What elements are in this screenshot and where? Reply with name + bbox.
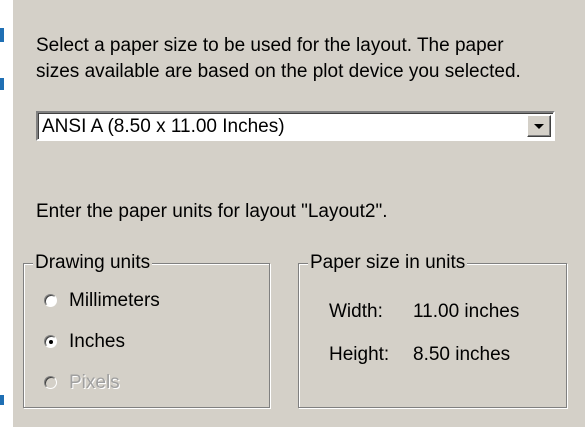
width-row: Width: 11.00 inches: [329, 299, 519, 325]
radio-button-disabled-icon: [44, 376, 57, 389]
paper-size-in-units-title: Paper size in units: [308, 250, 468, 276]
left-edge-strip: [0, 0, 13, 427]
edge-accent-mark: [0, 78, 4, 90]
radio-pixels-label: Pixels: [69, 372, 120, 393]
drawing-units-group: Drawing units Millimeters Inches Pixels: [23, 250, 270, 408]
paper-size-dropdown[interactable]: ANSI A (8.50 x 11.00 Inches): [36, 111, 555, 141]
description-line-2: sizes available are based on the plot de…: [36, 61, 521, 82]
radio-button-icon: [44, 294, 57, 307]
radio-dot-icon: [49, 340, 53, 344]
description-line-1: Select a paper size to be used for the l…: [36, 35, 504, 56]
height-value: 8.50 inches: [413, 344, 511, 365]
paper-size-in-units-group: Paper size in units Width: 11.00 inches H…: [298, 250, 567, 408]
width-label: Width:: [329, 301, 383, 322]
width-value: 11.00 inches: [413, 301, 520, 322]
paper-size-selected-value: ANSI A (8.50 x 11.00 Inches): [42, 116, 285, 137]
height-label: Height:: [329, 344, 390, 365]
chevron-down-icon: [534, 124, 544, 129]
height-row: Height: 8.50 inches: [329, 342, 510, 368]
edge-accent-mark: [0, 395, 4, 405]
radio-inches-label: Inches: [69, 331, 125, 352]
dropdown-button[interactable]: [527, 115, 551, 137]
edge-accent-mark: [0, 28, 4, 42]
radio-button-selected-icon: [44, 335, 57, 348]
paper-size-description: Select a paper size to be used for the l…: [36, 33, 581, 85]
paper-units-prompt: Enter the paper units for layout "Layout…: [36, 201, 388, 222]
radio-millimeters-label: Millimeters: [69, 290, 160, 311]
drawing-units-title: Drawing units: [33, 250, 153, 276]
